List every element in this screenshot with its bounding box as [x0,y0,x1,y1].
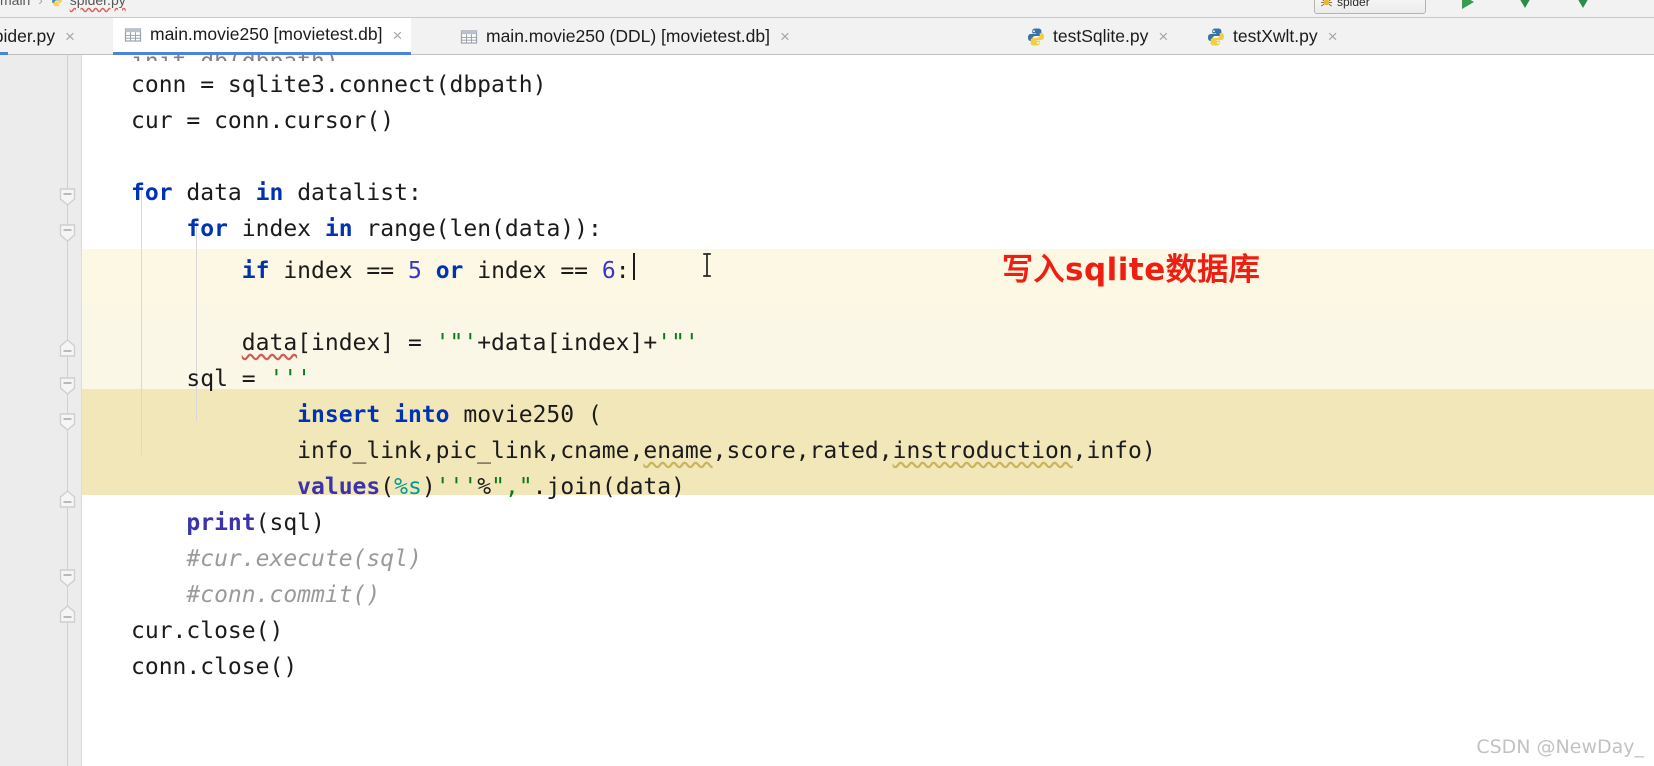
code-line[interactable]: cur = conn.cursor() [0,104,1654,140]
code-line[interactable]: insert into movie250 ( [0,398,1654,434]
spider-icon [1320,0,1333,7]
run-configuration-selector[interactable]: spider [1314,0,1426,14]
code-content[interactable]: conn = sqlite3.connect(dbpath) cur = con… [0,55,1654,766]
editor-tab-bar: spider.py × main.movie250 [movietest.db]… [0,18,1654,55]
code-line[interactable]: for index in range(len(data)): [0,212,1654,248]
tab-label: testSqlite.py [1053,25,1149,46]
code-line[interactable]: info_link,pic_link,cname,ename,score,rat… [0,434,1654,470]
code-line[interactable]: data[index] = '"'+data[index]+'"' [0,326,1654,362]
tab-label: spider.py [0,25,56,46]
python-file-icon [1028,28,1044,45]
code-line[interactable]: values(%s)'''%",".join(data) [0,470,1654,506]
code-line[interactable]: cur.close() [0,614,1654,650]
tab-label: testXwlt.py [1233,25,1318,46]
tab-main-movie250[interactable]: main.movie250 [movietest.db] × [113,18,412,55]
mouse-ibeam-cursor [703,253,711,277]
text-caret [633,253,635,280]
code-line[interactable]: #cur.execute(sql) [0,542,1654,578]
code-line[interactable]: conn.close() [0,650,1654,686]
code-line[interactable] [0,140,1654,176]
breadcrumb-separator: › [38,0,43,8]
code-editor[interactable]: init_db(dbpath) conn = sqlite3.connect(d… [0,55,1654,766]
database-table-icon [460,29,478,44]
tab-testxwlt-py[interactable]: testXwlt.py × [1196,18,1347,55]
close-icon[interactable]: × [392,27,402,44]
debug-button[interactable] [1514,0,1536,13]
tab-label: main.movie250 [movietest.db] [150,24,383,45]
python-file-icon [1208,28,1224,45]
breadcrumb[interactable]: main › spider.py [0,0,126,8]
code-line[interactable]: conn = sqlite3.connect(dbpath) [0,68,1654,104]
code-line-current[interactable]: if index == 5 or index == 6: [0,254,1654,290]
run-configuration-label: spider [1337,0,1370,9]
main-toolbar: main › spider.py spider [0,0,1654,18]
code-line[interactable]: #conn.commit() [0,578,1654,614]
close-icon[interactable]: × [1328,28,1338,45]
tab-testsqlite-py[interactable]: testSqlite.py × [1016,18,1177,55]
code-line[interactable]: for data in datalist: [0,176,1654,212]
annotation-text: 写入sqlite数据库 [1002,252,1261,288]
code-line[interactable]: print(sql) [0,506,1654,542]
tab-label: main.movie250 (DDL) [movietest.db] [486,25,770,46]
ide-window: main › spider.py spider ider.py × main.m… [0,0,1654,766]
run-with-coverage-button[interactable] [1572,0,1594,13]
code-line[interactable] [0,290,1654,326]
code-line[interactable]: sql = ''' [0,362,1654,398]
watermark: CSDN @NewDay_ [1476,736,1644,758]
close-icon[interactable]: × [780,28,790,45]
tab-main-movie250-ddl[interactable]: main.movie250 (DDL) [movietest.db] × [449,18,799,55]
close-icon[interactable]: × [1158,28,1168,45]
close-icon[interactable]: × [65,28,75,45]
breadcrumb-project[interactable]: main [0,0,30,8]
database-table-icon [124,28,142,42]
python-file-icon [51,0,62,7]
run-button[interactable] [1456,0,1478,13]
tab-spider-py[interactable]: spider.py × [0,18,84,55]
breadcrumb-filename[interactable]: spider.py [70,0,126,8]
